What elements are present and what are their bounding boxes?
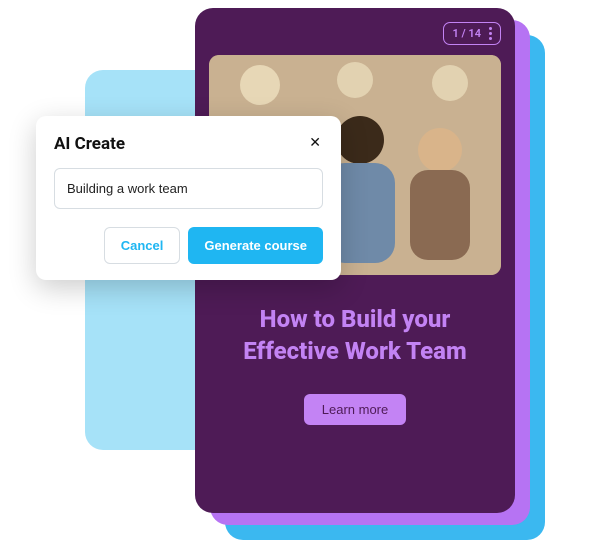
course-top-row: 1 / 14 [209, 22, 501, 45]
learn-more-button[interactable]: Learn more [304, 394, 406, 425]
page-indicator-badge[interactable]: 1 / 14 [443, 22, 501, 45]
close-icon[interactable]: ✕ [307, 134, 323, 152]
cancel-button[interactable]: Cancel [104, 227, 181, 264]
ai-create-dialog: AI Create ✕ Cancel Generate course [36, 116, 341, 280]
course-title: How to Build your Effective Work Team [209, 303, 501, 368]
generate-course-button[interactable]: Generate course [188, 227, 323, 264]
more-menu-icon[interactable] [489, 27, 492, 40]
page-indicator-text: 1 / 14 [452, 27, 481, 40]
dialog-title: AI Create [54, 134, 125, 154]
course-topic-input[interactable] [54, 168, 323, 209]
